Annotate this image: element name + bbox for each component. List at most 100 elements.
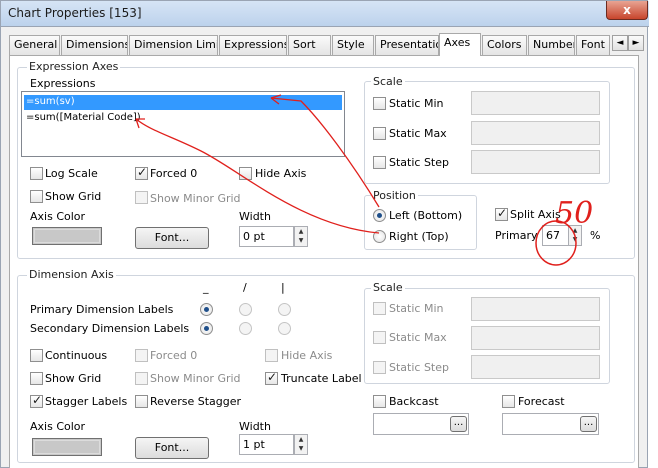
stagger-labels-checkbox[interactable]: ✓ (30, 393, 43, 408)
secondary-labels-diagonal-radio[interactable] (239, 322, 252, 335)
expressions-list-label: Expressions (30, 77, 96, 90)
primary-percent-stepper[interactable]: ▲ ▼ (568, 225, 582, 246)
primary-dimension-labels-label: Primary Dimension Labels (30, 303, 174, 316)
static-max-checkbox[interactable] (373, 127, 386, 140)
dimension-axis-color-swatch[interactable] (32, 438, 102, 456)
scale-label: Scale (371, 75, 405, 88)
title-bar[interactable]: Chart Properties [153] x (1, 1, 649, 27)
dimension-show-minor-grid-checkbox[interactable] (135, 372, 148, 385)
expression-item[interactable]: =sum(sv) (24, 95, 342, 110)
tab-dimensions[interactable]: Dimensions (61, 35, 128, 55)
dimension-hide-axis-checkbox[interactable] (265, 349, 278, 362)
dimension-forced-0-checkbox[interactable] (135, 349, 148, 362)
radio-selected-dot (204, 307, 209, 312)
tab-presentation[interactable]: Presentation (375, 35, 439, 55)
axis-color-label: Axis Color (30, 210, 86, 223)
stagger-labels-label: Stagger Labels (45, 395, 128, 408)
orientation-horizontal-header: _ (203, 281, 209, 294)
hide-axis-label: Hide Axis (255, 167, 307, 180)
reverse-stagger-checkbox[interactable] (135, 395, 148, 408)
width-label: Width (239, 210, 271, 223)
right-top-radio[interactable] (373, 230, 386, 243)
truncate-label-label: Truncate Label (281, 372, 362, 385)
continuous-label: Continuous (45, 349, 108, 362)
radio-selected-dot (204, 326, 209, 331)
primary-label: Primary (495, 229, 538, 242)
forced-0-label: Forced 0 (150, 167, 198, 180)
show-minor-grid-checkbox[interactable] (135, 191, 148, 204)
dimension-width-label: Width (239, 420, 271, 433)
orientation-vertical-header: | (281, 281, 285, 294)
split-axis-label: Split Axis (510, 208, 561, 221)
primary-labels-horizontal-radio[interactable] (200, 303, 213, 316)
dimension-static-min-input[interactable] (471, 297, 600, 321)
dimension-static-max-checkbox[interactable] (373, 331, 386, 344)
expressions-list[interactable]: =sum(sv) =sum([Material Code]) (21, 91, 345, 157)
hide-axis-checkbox[interactable] (239, 167, 252, 180)
secondary-labels-horizontal-radio[interactable] (200, 322, 213, 335)
tab-font[interactable]: Font (576, 35, 610, 55)
font-button[interactable]: Font... (135, 227, 209, 249)
reverse-stagger-label: Reverse Stagger (150, 395, 242, 408)
show-grid-checkbox[interactable] (30, 190, 43, 203)
forecast-label: Forecast (518, 395, 565, 408)
right-top-label: Right (Top) (389, 230, 449, 243)
backcast-label: Backcast (389, 395, 439, 408)
static-min-label: Static Min (389, 97, 444, 110)
dimension-static-min-label: Static Min (389, 302, 444, 315)
truncate-label-checkbox[interactable]: ✓ (265, 370, 278, 385)
log-scale-checkbox[interactable] (30, 167, 43, 180)
dimension-font-button[interactable]: Font... (135, 437, 209, 459)
percent-sign: % (590, 229, 601, 242)
left-bottom-radio[interactable] (373, 209, 386, 222)
tab-scroll-right-icon[interactable]: ► (628, 35, 644, 51)
tab-general[interactable]: General (9, 35, 60, 55)
primary-labels-vertical-radio[interactable] (278, 303, 291, 316)
static-step-input[interactable] (471, 150, 600, 174)
width-input[interactable]: 0 pt (239, 226, 294, 247)
forced-0-checkbox[interactable]: ✓ (135, 165, 148, 180)
forecast-browse-button[interactable]: ... (580, 416, 597, 432)
primary-percent-input[interactable]: 67 (542, 225, 569, 246)
tab-number[interactable]: Number (528, 35, 575, 55)
dimension-static-max-label: Static Max (389, 331, 447, 344)
static-max-input[interactable] (471, 121, 600, 145)
dimension-axis-label: Dimension Axis (27, 268, 116, 281)
dimension-static-min-checkbox[interactable] (373, 302, 386, 315)
checkmark-icon: ✓ (137, 165, 148, 179)
tab-style[interactable]: Style (332, 35, 374, 55)
dimension-static-step-input[interactable] (471, 355, 600, 379)
dimension-show-minor-grid-label: Show Minor Grid (150, 372, 241, 385)
tab-sort[interactable]: Sort (288, 35, 331, 55)
continuous-checkbox[interactable] (30, 349, 43, 362)
tab-expressions[interactable]: Expressions (219, 35, 287, 55)
tab-colors[interactable]: Colors (482, 35, 527, 55)
secondary-labels-vertical-radio[interactable] (278, 322, 291, 335)
dimension-static-max-input[interactable] (471, 326, 600, 350)
primary-labels-diagonal-radio[interactable] (239, 303, 252, 316)
static-min-input[interactable] (471, 91, 600, 115)
tab-axes[interactable]: Axes (439, 33, 481, 56)
backcast-browse-button[interactable]: ... (450, 416, 467, 432)
axis-color-swatch[interactable] (32, 227, 102, 245)
checkmark-icon: ✓ (32, 393, 43, 407)
backcast-checkbox[interactable] (373, 395, 386, 408)
static-step-checkbox[interactable] (373, 156, 386, 169)
dimension-scale-label: Scale (371, 281, 405, 294)
close-button[interactable]: x (606, 1, 648, 20)
dimension-show-grid-checkbox[interactable] (30, 372, 43, 385)
static-step-label: Static Step (389, 156, 449, 169)
tab-dimension-limits[interactable]: Dimension Limits (129, 35, 218, 55)
dimension-static-step-checkbox[interactable] (373, 361, 386, 374)
expression-item[interactable]: =sum([Material Code]) (24, 111, 342, 126)
secondary-dimension-labels-label: Secondary Dimension Labels (30, 322, 190, 335)
width-stepper[interactable]: ▲ ▼ (294, 226, 308, 247)
tab-scroll-left-icon[interactable]: ◄ (612, 35, 628, 51)
dimension-width-stepper[interactable]: ▲ ▼ (294, 434, 308, 455)
forecast-checkbox[interactable] (502, 395, 515, 408)
radio-selected-dot (377, 213, 382, 218)
dimension-width-input[interactable]: 1 pt (239, 434, 294, 455)
checkmark-icon: ✓ (267, 370, 278, 384)
split-axis-checkbox[interactable]: ✓ (495, 206, 508, 221)
static-min-checkbox[interactable] (373, 97, 386, 110)
